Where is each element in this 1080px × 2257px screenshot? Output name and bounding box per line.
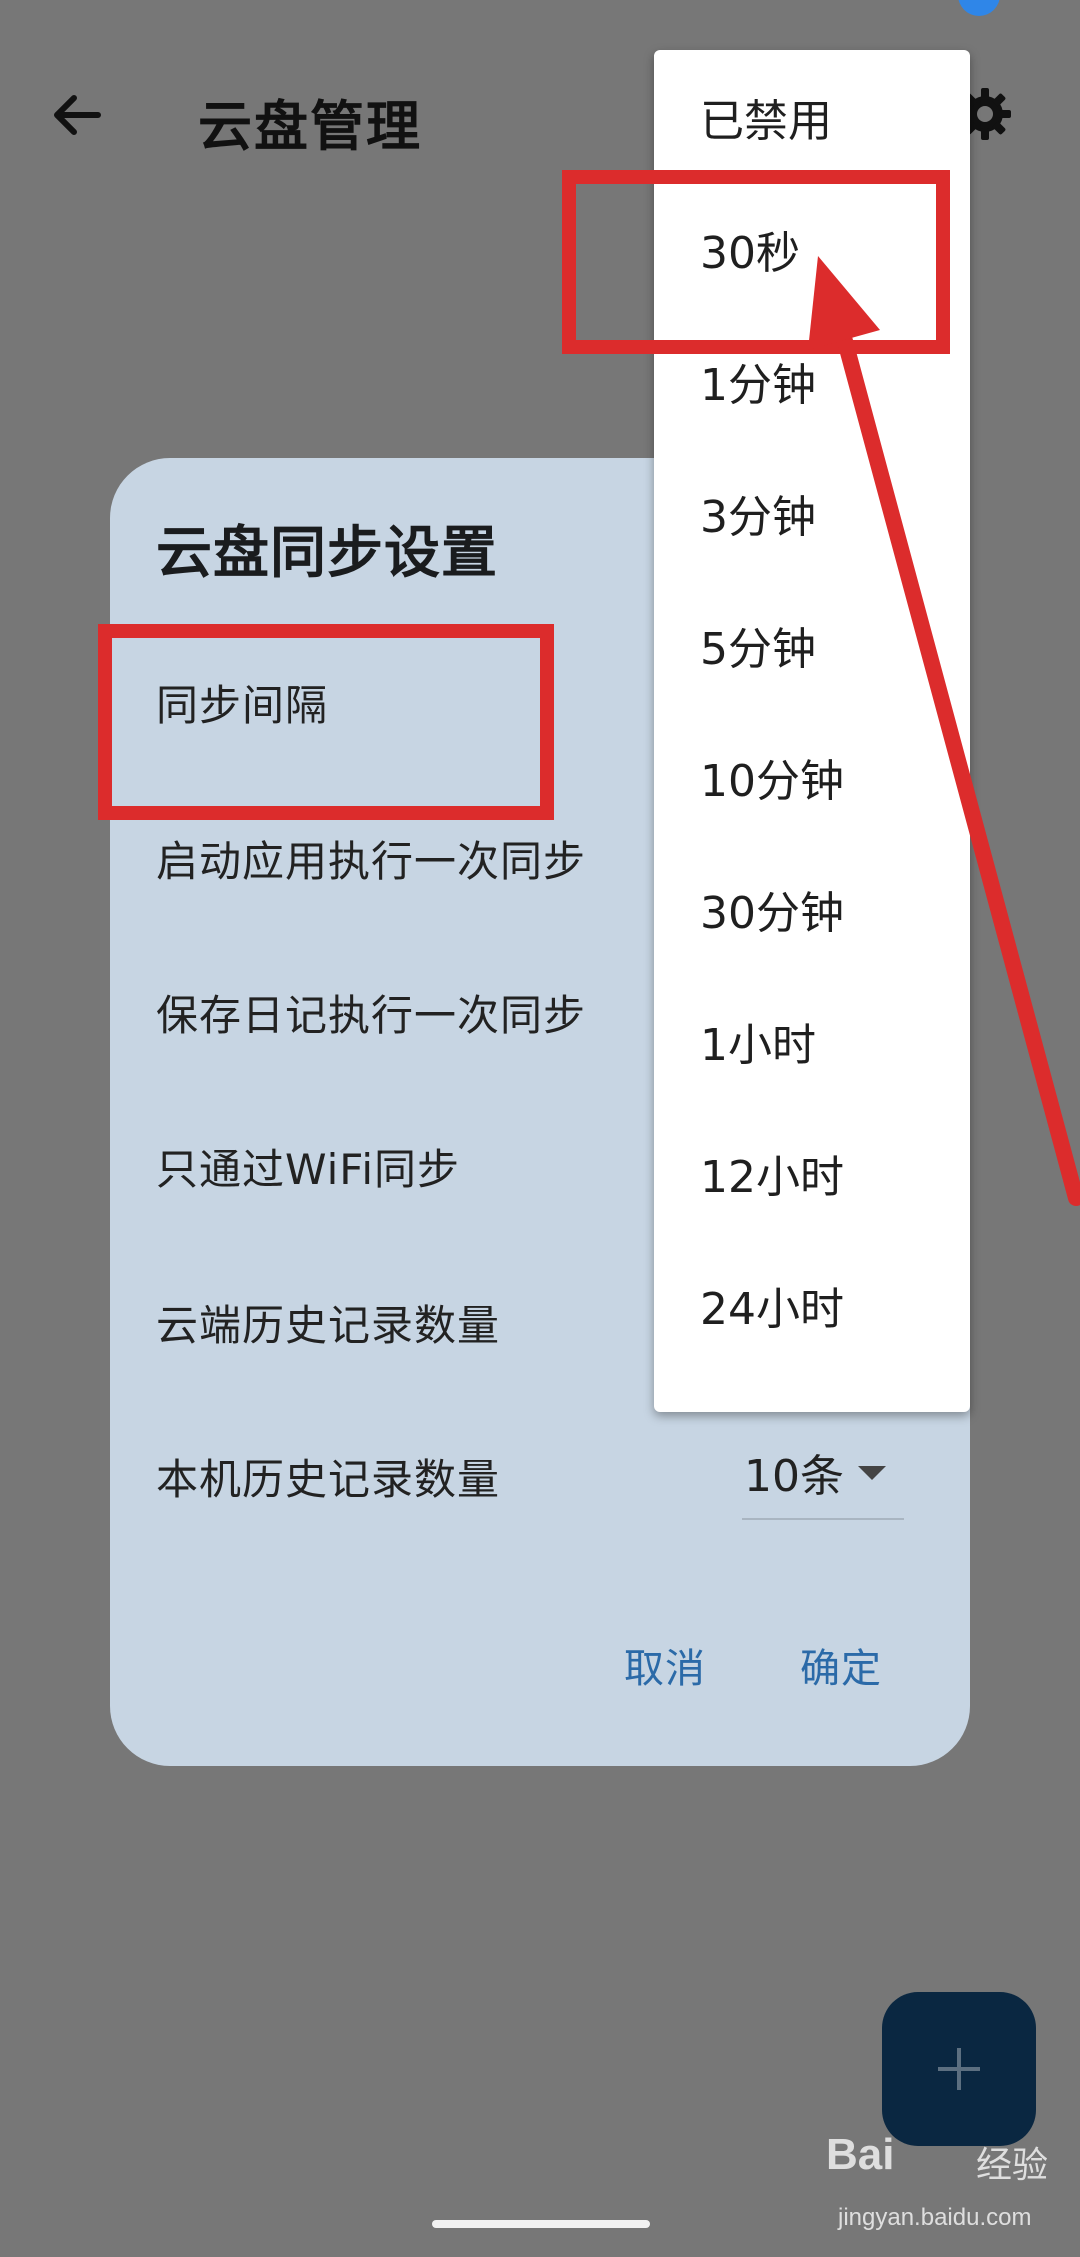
watermark-url: jingyan.baidu.com: [838, 2204, 1032, 2231]
home-indicator[interactable]: [432, 2220, 650, 2228]
plus-icon-stroke: [957, 2048, 961, 2090]
watermark-cn: 经验: [976, 2145, 1049, 2186]
baidu-watermark: Bai 经验 jingyan.baidu.com: [826, 2130, 1066, 2250]
annotation-arrow: [808, 256, 1080, 1206]
add-fab-button[interactable]: [882, 1992, 1036, 2146]
watermark-brand: Bai: [826, 2130, 895, 2179]
